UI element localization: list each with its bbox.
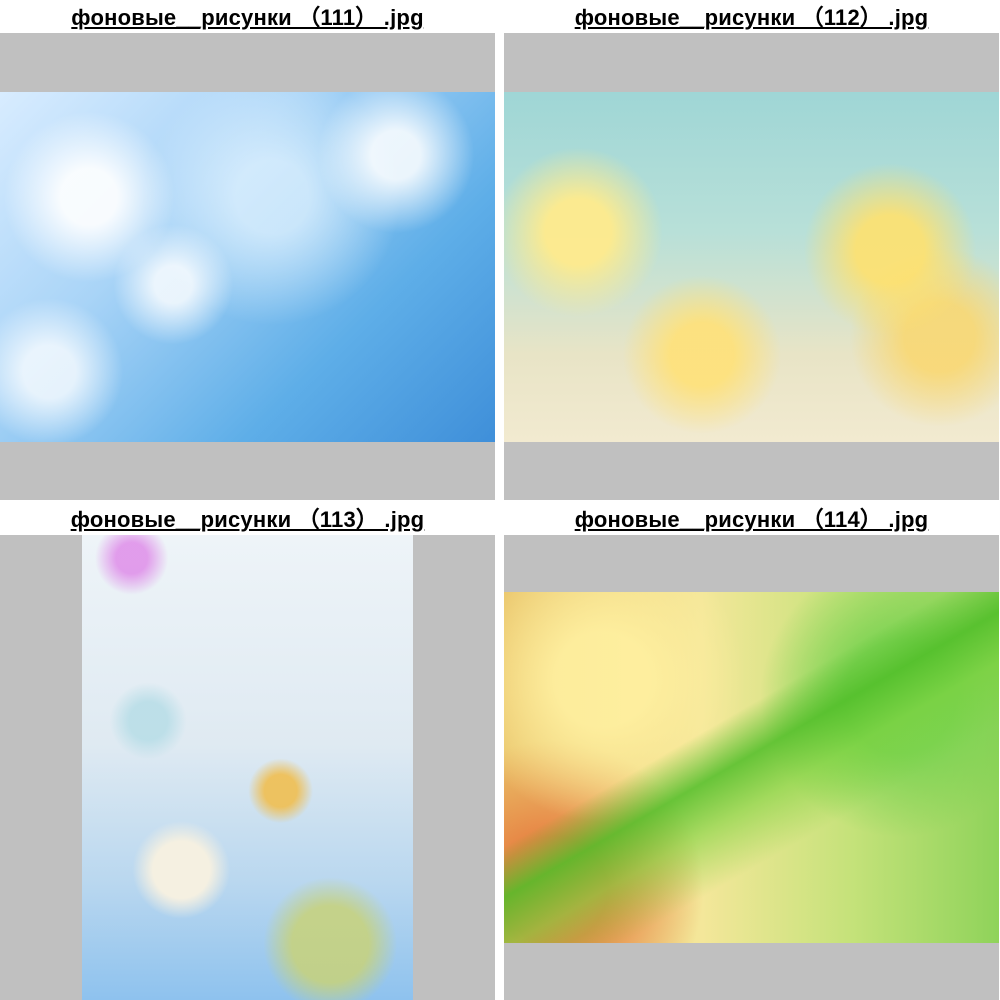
thumbnail-frame [0, 535, 495, 1000]
thumbnail-frame [504, 535, 999, 1000]
thumbnail-image[interactable] [504, 92, 999, 442]
thumbnail-frame [504, 33, 999, 500]
gallery-item-111[interactable]: фоновые__рисунки （111） .jpg [0, 0, 495, 500]
gallery-item-112[interactable]: фоновые__рисунки （112） .jpg [504, 0, 999, 500]
thumbnail-image[interactable] [504, 592, 999, 943]
image-caption-link[interactable]: фоновые__рисунки （114） .jpg [504, 502, 999, 535]
thumbnail-image[interactable] [82, 535, 413, 1000]
image-caption-link[interactable]: фоновые__рисунки （112） .jpg [504, 0, 999, 33]
gallery-item-114[interactable]: фоновые__рисунки （114） .jpg [504, 502, 999, 1000]
image-caption-link[interactable]: фоновые__рисунки （111） .jpg [0, 0, 495, 33]
thumbnail-frame [0, 33, 495, 500]
thumbnail-image[interactable] [0, 92, 495, 442]
image-caption-link[interactable]: фоновые__рисунки （113） .jpg [0, 502, 495, 535]
gallery-item-113[interactable]: фоновые__рисунки （113） .jpg [0, 502, 495, 1000]
